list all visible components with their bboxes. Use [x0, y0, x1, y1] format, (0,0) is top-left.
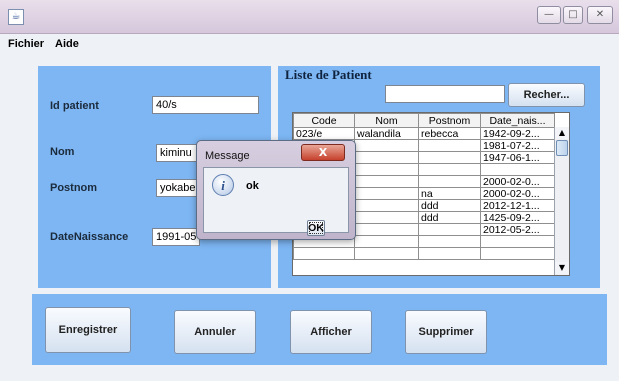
scroll-thumb[interactable] — [556, 140, 568, 156]
info-icon: i — [212, 174, 234, 196]
date-naissance-input[interactable]: 1991-05- — [152, 228, 200, 246]
table-row[interactable] — [293, 247, 555, 260]
menu-bar — [0, 34, 619, 54]
menu-aide[interactable]: Aide — [55, 38, 79, 50]
column-header-nom[interactable]: Nom — [354, 113, 419, 128]
search-input[interactable] — [385, 85, 505, 103]
table-cell[interactable]: 023/e — [293, 127, 355, 140]
message-dialog: Message X i ok OK — [196, 140, 356, 240]
table-row[interactable]: 023/e walandila rebecca 1942-09-2... — [293, 127, 555, 140]
search-button[interactable]: Recher... — [508, 83, 585, 107]
table-cell[interactable] — [354, 211, 419, 224]
dialog-ok-button[interactable]: OK — [307, 220, 325, 236]
enregistrer-button[interactable]: Enregistrer — [45, 307, 131, 353]
column-header-postnom[interactable]: Postnom — [418, 113, 481, 128]
table-cell[interactable]: 2012-12-1... — [480, 199, 555, 212]
table-cell[interactable]: ddd — [418, 211, 481, 224]
table-cell[interactable]: 2012-05-2... — [480, 223, 555, 236]
id-patient-label: Id patient — [50, 100, 99, 112]
table-cell[interactable] — [418, 223, 481, 236]
minimize-button[interactable]: — — [537, 6, 561, 24]
table-cell[interactable] — [418, 175, 481, 188]
patient-list-title: Liste de Patient — [285, 67, 372, 82]
column-header-code[interactable]: Code — [293, 113, 355, 128]
menu-fichier[interactable]: Fichier — [8, 38, 44, 50]
dialog-message: ok — [246, 180, 259, 192]
table-vertical-scrollbar[interactable]: ▲ ▼ — [554, 127, 569, 275]
postnom-label: Postnom — [50, 182, 98, 194]
table-cell[interactable] — [354, 199, 419, 212]
postnom-input[interactable]: yokabel — [156, 179, 200, 197]
column-header-date-naissance[interactable]: Date_nais... — [480, 113, 555, 128]
table-cell[interactable]: 1947-06-1... — [480, 151, 555, 164]
table-cell[interactable] — [354, 139, 419, 152]
supprimer-button[interactable]: Supprimer — [405, 310, 487, 354]
table-cell[interactable] — [418, 163, 481, 176]
scroll-down-arrow-icon[interactable]: ▼ — [555, 262, 569, 274]
dialog-close-button[interactable]: X — [301, 144, 345, 161]
dialog-title: Message — [205, 150, 250, 162]
id-patient-input[interactable]: 40/s — [152, 96, 259, 114]
table-cell[interactable] — [354, 175, 419, 188]
table-cell[interactable]: rebecca — [418, 127, 481, 140]
scroll-up-arrow-icon[interactable]: ▲ — [555, 127, 569, 139]
table-cell[interactable]: 2000-02-0... — [480, 175, 555, 188]
java-app-icon: ☕ — [8, 9, 24, 25]
close-window-button[interactable]: ✕ — [587, 6, 613, 24]
table-cell[interactable]: 1425-09-2... — [480, 211, 555, 224]
table-cell[interactable] — [480, 235, 555, 248]
date-naissance-label: DateNaissance — [50, 231, 129, 243]
annuler-button[interactable]: Annuler — [174, 310, 256, 354]
title-bar — [0, 0, 619, 34]
table-cell[interactable] — [354, 187, 419, 200]
table-cell[interactable] — [354, 163, 419, 176]
afficher-button[interactable]: Afficher — [290, 310, 372, 354]
table-cell[interactable] — [418, 247, 481, 260]
table-cell[interactable] — [480, 247, 555, 260]
table-cell[interactable] — [418, 235, 481, 248]
table-cell[interactable]: walandila — [354, 127, 419, 140]
table-cell[interactable] — [418, 151, 481, 164]
table-cell[interactable]: 1942-09-2... — [480, 127, 555, 140]
table-cell[interactable]: ddd — [418, 199, 481, 212]
table-cell[interactable] — [480, 163, 555, 176]
table-cell[interactable] — [293, 247, 355, 260]
table-cell[interactable] — [354, 151, 419, 164]
table-cell[interactable]: 1981-07-2... — [480, 139, 555, 152]
nom-input[interactable]: kiminu — [156, 144, 200, 162]
table-cell[interactable] — [354, 235, 419, 248]
maximize-button[interactable]: □ — [563, 6, 583, 24]
table-cell[interactable]: na — [418, 187, 481, 200]
table-cell[interactable]: 2000-02-0... — [480, 187, 555, 200]
table-cell[interactable] — [418, 139, 481, 152]
dialog-body: i ok OK — [203, 167, 349, 236]
nom-label: Nom — [50, 146, 75, 158]
table-cell[interactable] — [354, 223, 419, 236]
table-cell[interactable] — [354, 247, 419, 260]
